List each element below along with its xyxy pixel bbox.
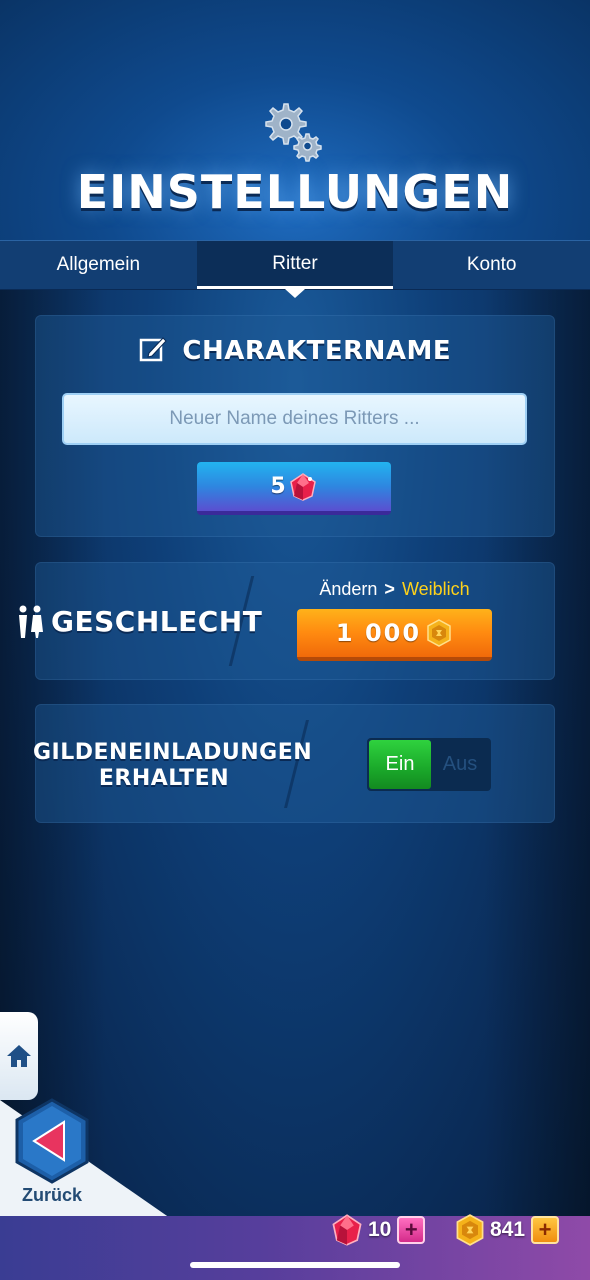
gold-coin-icon [427, 619, 451, 647]
change-arrow: > [384, 579, 395, 599]
gems-counter: 10 + [330, 1210, 426, 1250]
home-button[interactable] [0, 1012, 38, 1100]
guild-invites-panel: GILDENEINLADUNGEN ERHALTEN Ein Aus [33, 704, 555, 823]
gender-change-cost: 1 000 [335, 619, 422, 647]
gems-count: 10 [368, 1218, 392, 1241]
toggle-on-option[interactable]: Ein [369, 740, 431, 789]
gender-panel: GESCHLECHT Ändern > Weiblich 1 000 [19, 562, 555, 680]
back-button[interactable] [14, 1098, 90, 1184]
guild-invites-title-line1: GILDENEINLADUNGEN [33, 740, 313, 765]
gender-target-value: Weiblich [401, 579, 470, 599]
change-gender-gold-button[interactable]: 1 000 [297, 609, 492, 661]
home-indicator[interactable] [190, 1262, 400, 1268]
header: EINSTELLUNGEN [0, 0, 590, 240]
change-text: Ändern [319, 579, 378, 599]
tab-konto[interactable]: Konto [393, 241, 590, 289]
gears-icon [265, 103, 322, 162]
toggle-off-option[interactable]: Aus [431, 740, 489, 789]
tab-bar: Allgemein Ritter Konto [0, 240, 590, 290]
buy-gems-button[interactable]: + [397, 1216, 426, 1244]
page-title: EINSTELLUNGEN [76, 165, 514, 219]
gender-title: GESCHLECHT [51, 604, 263, 638]
gold-count: 841 [490, 1218, 526, 1241]
guild-invites-toggle[interactable]: Ein Aus [367, 738, 491, 791]
gold-coin-icon [456, 1214, 484, 1246]
edit-icon [139, 337, 167, 362]
rename-gem-button[interactable]: 5 [197, 462, 391, 515]
guild-invites-title-line2: ERHALTEN [98, 766, 230, 791]
character-name-title: CHARAKTERNAME [182, 336, 452, 366]
tab-ritter[interactable]: Ritter [196, 241, 394, 289]
gender-icon [19, 605, 43, 638]
back-label[interactable]: Zurück [14, 1185, 90, 1206]
gender-change-label: Ändern > Weiblich [297, 579, 492, 600]
gender-heading: GESCHLECHT [17, 604, 262, 638]
guild-invites-heading: GILDENEINLADUNGEN ERHALTEN [33, 740, 313, 792]
gem-icon [289, 472, 316, 501]
home-icon [7, 1045, 31, 1067]
tab-allgemein[interactable]: Allgemein [0, 241, 197, 289]
character-name-input[interactable] [62, 393, 527, 445]
buy-gold-button[interactable]: + [531, 1216, 560, 1244]
gold-counter: 841 + [454, 1210, 560, 1250]
character-name-heading: CHARAKTERNAME [35, 335, 555, 366]
rename-cost: 5 [270, 474, 286, 499]
character-name-panel: CHARAKTERNAME 5 [35, 315, 555, 537]
gem-icon [332, 1214, 362, 1246]
